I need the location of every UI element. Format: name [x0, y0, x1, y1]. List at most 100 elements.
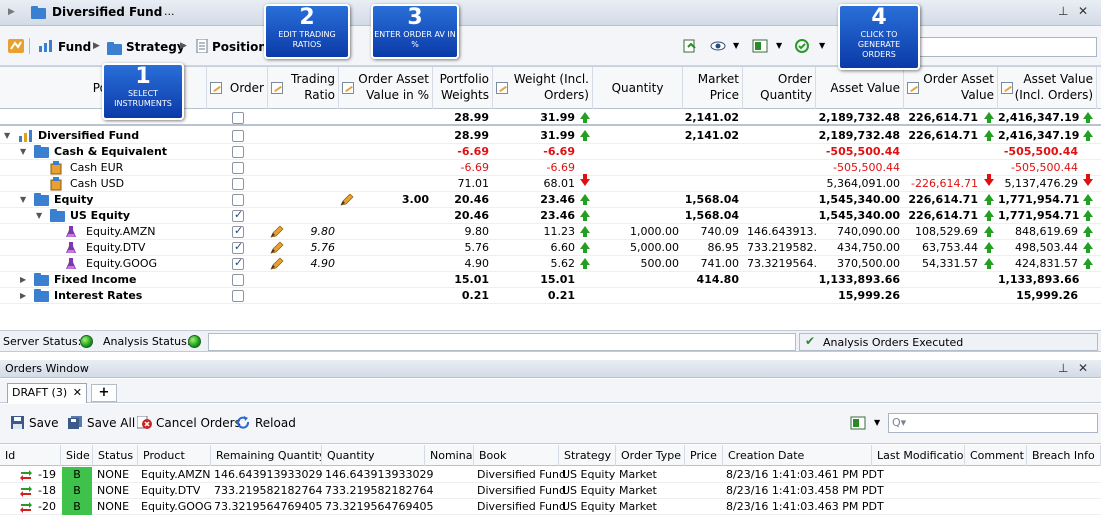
order-row[interactable]: -20 B NONE Equity.GOOG 73.3219564769405 73.32… — [0, 499, 1101, 515]
trading-ratio-cell[interactable]: 9.80 — [268, 224, 339, 240]
header-asset-value-incl-orders[interactable]: Asset Value (Incl. Orders) — [998, 67, 1097, 109]
collapse-arrow-icon[interactable]: ▼ — [20, 192, 26, 208]
generate-dropdown-icon[interactable]: ▼ — [819, 41, 825, 50]
orders-header-strategy[interactable]: Strategy — [559, 445, 616, 466]
mp-cell: 740.09 — [700, 225, 740, 238]
orders-export-excel-icon[interactable] — [850, 416, 866, 430]
position-row[interactable]: ▶ Interest Rates 0.21 0.21 15,999.26 15,999.2… — [0, 288, 1101, 304]
breadcrumb-fund[interactable]: Fund — [58, 40, 91, 54]
collapse-arrow-icon[interactable]: ▼ — [36, 208, 42, 224]
expand-arrow-icon[interactable]: ▶ — [20, 272, 26, 288]
order-checkbox[interactable] — [232, 130, 244, 142]
position-row[interactable]: Cash USD 71.01 68.01 5,364,091.00 -226,614.7… — [0, 174, 1101, 192]
header-asset-value[interactable]: Asset Value — [816, 67, 904, 109]
orders-tabbar: DRAFT (3) ✕ + — [0, 379, 1101, 403]
order-side-badge: B — [62, 483, 92, 499]
position-name: Equity — [54, 193, 94, 206]
orders-header-breach-info[interactable]: Breach Info — [1027, 445, 1101, 466]
oq-cell: 733.219582... — [747, 241, 816, 254]
header-trading-ratio[interactable]: Trading Ratio — [268, 67, 339, 109]
order-checkbox[interactable] — [232, 146, 244, 158]
order-checkbox[interactable] — [232, 194, 244, 206]
trading-ratio-cell[interactable]: 5.76 — [268, 240, 339, 256]
position-row[interactable]: Cash EUR -6.69 -6.69 -505,500.44 -505,500.44 — [0, 160, 1101, 176]
header-order[interactable]: Order — [207, 67, 268, 109]
view-eye-icon[interactable] — [710, 39, 726, 53]
save-icon — [11, 416, 24, 429]
order-checkbox[interactable] — [232, 224, 244, 238]
position-search-input[interactable] — [915, 37, 1097, 57]
editable-column-icon — [342, 82, 354, 94]
export-excel-icon[interactable] — [752, 39, 768, 53]
header-label: Portfolio — [439, 72, 489, 86]
av-cell: -505,500.44 — [833, 161, 900, 174]
order-checkbox[interactable] — [232, 178, 244, 190]
orders-pin-icon[interactable]: ⊥ — [1058, 361, 1068, 375]
order-row[interactable]: -18 B NONE Equity.DTV 733.219582182764 733.21… — [0, 483, 1101, 499]
order-checkbox[interactable] — [232, 274, 244, 286]
order-checkbox[interactable] — [232, 112, 244, 124]
header-order-asset-value-pct[interactable]: Order Asset Value in % — [339, 67, 433, 109]
orders-header-price[interactable]: Price — [685, 445, 723, 466]
export-dropdown-icon[interactable]: ▼ — [776, 41, 782, 50]
close-icon[interactable]: ✕ — [1078, 4, 1088, 18]
orders-header-nominal[interactable]: Nominal — [425, 445, 474, 466]
header-quantity[interactable]: Quantity — [593, 67, 683, 109]
orders-header-book[interactable]: Book — [474, 445, 559, 466]
order-checkbox[interactable] — [232, 290, 244, 302]
header-order-asset-value[interactable]: Order Asset Value — [904, 67, 998, 109]
orders-header-status[interactable]: Status — [93, 445, 138, 466]
collapse-arrow-icon[interactable]: ▼ — [20, 144, 26, 160]
pin-icon[interactable]: ⊥ — [1058, 4, 1068, 18]
position-row[interactable]: Equity.DTV 5.76 5.76 6.60 5,000.00 86.95 733.2… — [0, 240, 1101, 256]
save-button[interactable]: Save — [10, 416, 58, 430]
order-checkbox[interactable] — [232, 256, 244, 270]
orders-header-quantity[interactable]: Quantity — [322, 445, 425, 466]
orders-header-side[interactable]: Side — [61, 445, 93, 466]
header-market-price[interactable]: Market Price — [683, 67, 743, 109]
add-tab-button[interactable]: + — [91, 384, 117, 402]
save-all-button[interactable]: Save All — [68, 416, 135, 430]
order-checkbox[interactable] — [232, 240, 244, 254]
expand-arrow-icon[interactable]: ▶ — [8, 7, 15, 17]
position-row[interactable]: ▼ Equity 3.00 20.46 23.46 1,568.04 1,545,340.0… — [0, 192, 1101, 208]
orders-header-creation-date[interactable]: Creation Date — [723, 445, 872, 466]
header-weight-incl-orders[interactable]: Weight (Incl. Orders) — [493, 67, 593, 109]
orders-search-input[interactable]: Q▾ — [888, 413, 1098, 433]
generate-orders-icon[interactable] — [794, 39, 810, 53]
orders-header-id[interactable]: Id — [0, 445, 61, 466]
arrow-up-icon — [1083, 226, 1093, 237]
tab-close-icon[interactable]: ✕ — [73, 384, 82, 402]
collapse-arrow-icon[interactable]: ▼ — [4, 128, 10, 144]
position-row[interactable]: ▼ US Equity 20.46 23.46 1,568.04 1,545,340.00… — [0, 208, 1101, 224]
order-checkbox[interactable] — [232, 208, 244, 222]
breadcrumb-strategy[interactable]: Strategy — [126, 40, 185, 54]
trading-ratio-cell[interactable]: 4.90 — [268, 256, 339, 272]
reload-button[interactable]: Reload — [236, 416, 296, 430]
orders-header-remaining-quantity[interactable]: Remaining Quantity — [211, 445, 322, 466]
order-quantity-cell: 73.3219564769405 — [325, 500, 434, 513]
orders-header-comment[interactable]: Comment — [965, 445, 1027, 466]
position-row[interactable]: Equity.GOOG 4.90 4.90 5.62 500.00 741.00 73.32… — [0, 256, 1101, 272]
orders-export-dropdown-icon[interactable]: ▼ — [874, 418, 880, 427]
position-row[interactable]: ▼ Diversified Fund 28.99 31.99 2,141.02 2,189… — [0, 128, 1101, 144]
expand-arrow-icon[interactable]: ▶ — [20, 288, 26, 304]
position-row[interactable]: Equity.AMZN 9.80 9.80 11.23 1,000.00 740.09 14… — [0, 224, 1101, 240]
tab-draft[interactable]: DRAFT (3) ✕ — [7, 383, 87, 403]
app-logo-icon[interactable] — [8, 39, 24, 53]
report-icon[interactable] — [683, 39, 699, 53]
cancel-orders-button[interactable]: Cancel Orders — [137, 416, 241, 430]
orders-header-product[interactable]: Product — [138, 445, 211, 466]
order-asset-value-pct-cell[interactable]: 3.00 — [339, 192, 433, 208]
orders-header-order-type[interactable]: Order Type — [616, 445, 685, 466]
order-checkbox[interactable] — [232, 162, 244, 174]
position-row[interactable]: ▼ Cash & Equivalent -6.69 -6.69 -505,500.44 -… — [0, 144, 1101, 160]
orders-header-last-modification[interactable]: Last Modification — [872, 445, 965, 466]
breadcrumb-position[interactable]: Position — [212, 40, 267, 54]
position-row[interactable]: ▶ Fixed Income 15.01 15.01 414.80 1,133,893.6… — [0, 272, 1101, 288]
header-order-quantity[interactable]: Order Quantity — [743, 67, 816, 109]
order-row[interactable]: -19 B NONE Equity.AMZN 146.643913933029 146.6… — [0, 467, 1101, 483]
orders-close-icon[interactable]: ✕ — [1078, 361, 1088, 375]
header-portfolio-weights[interactable]: Portfolio Weights — [433, 67, 493, 109]
view-dropdown-icon[interactable]: ▼ — [733, 41, 739, 50]
